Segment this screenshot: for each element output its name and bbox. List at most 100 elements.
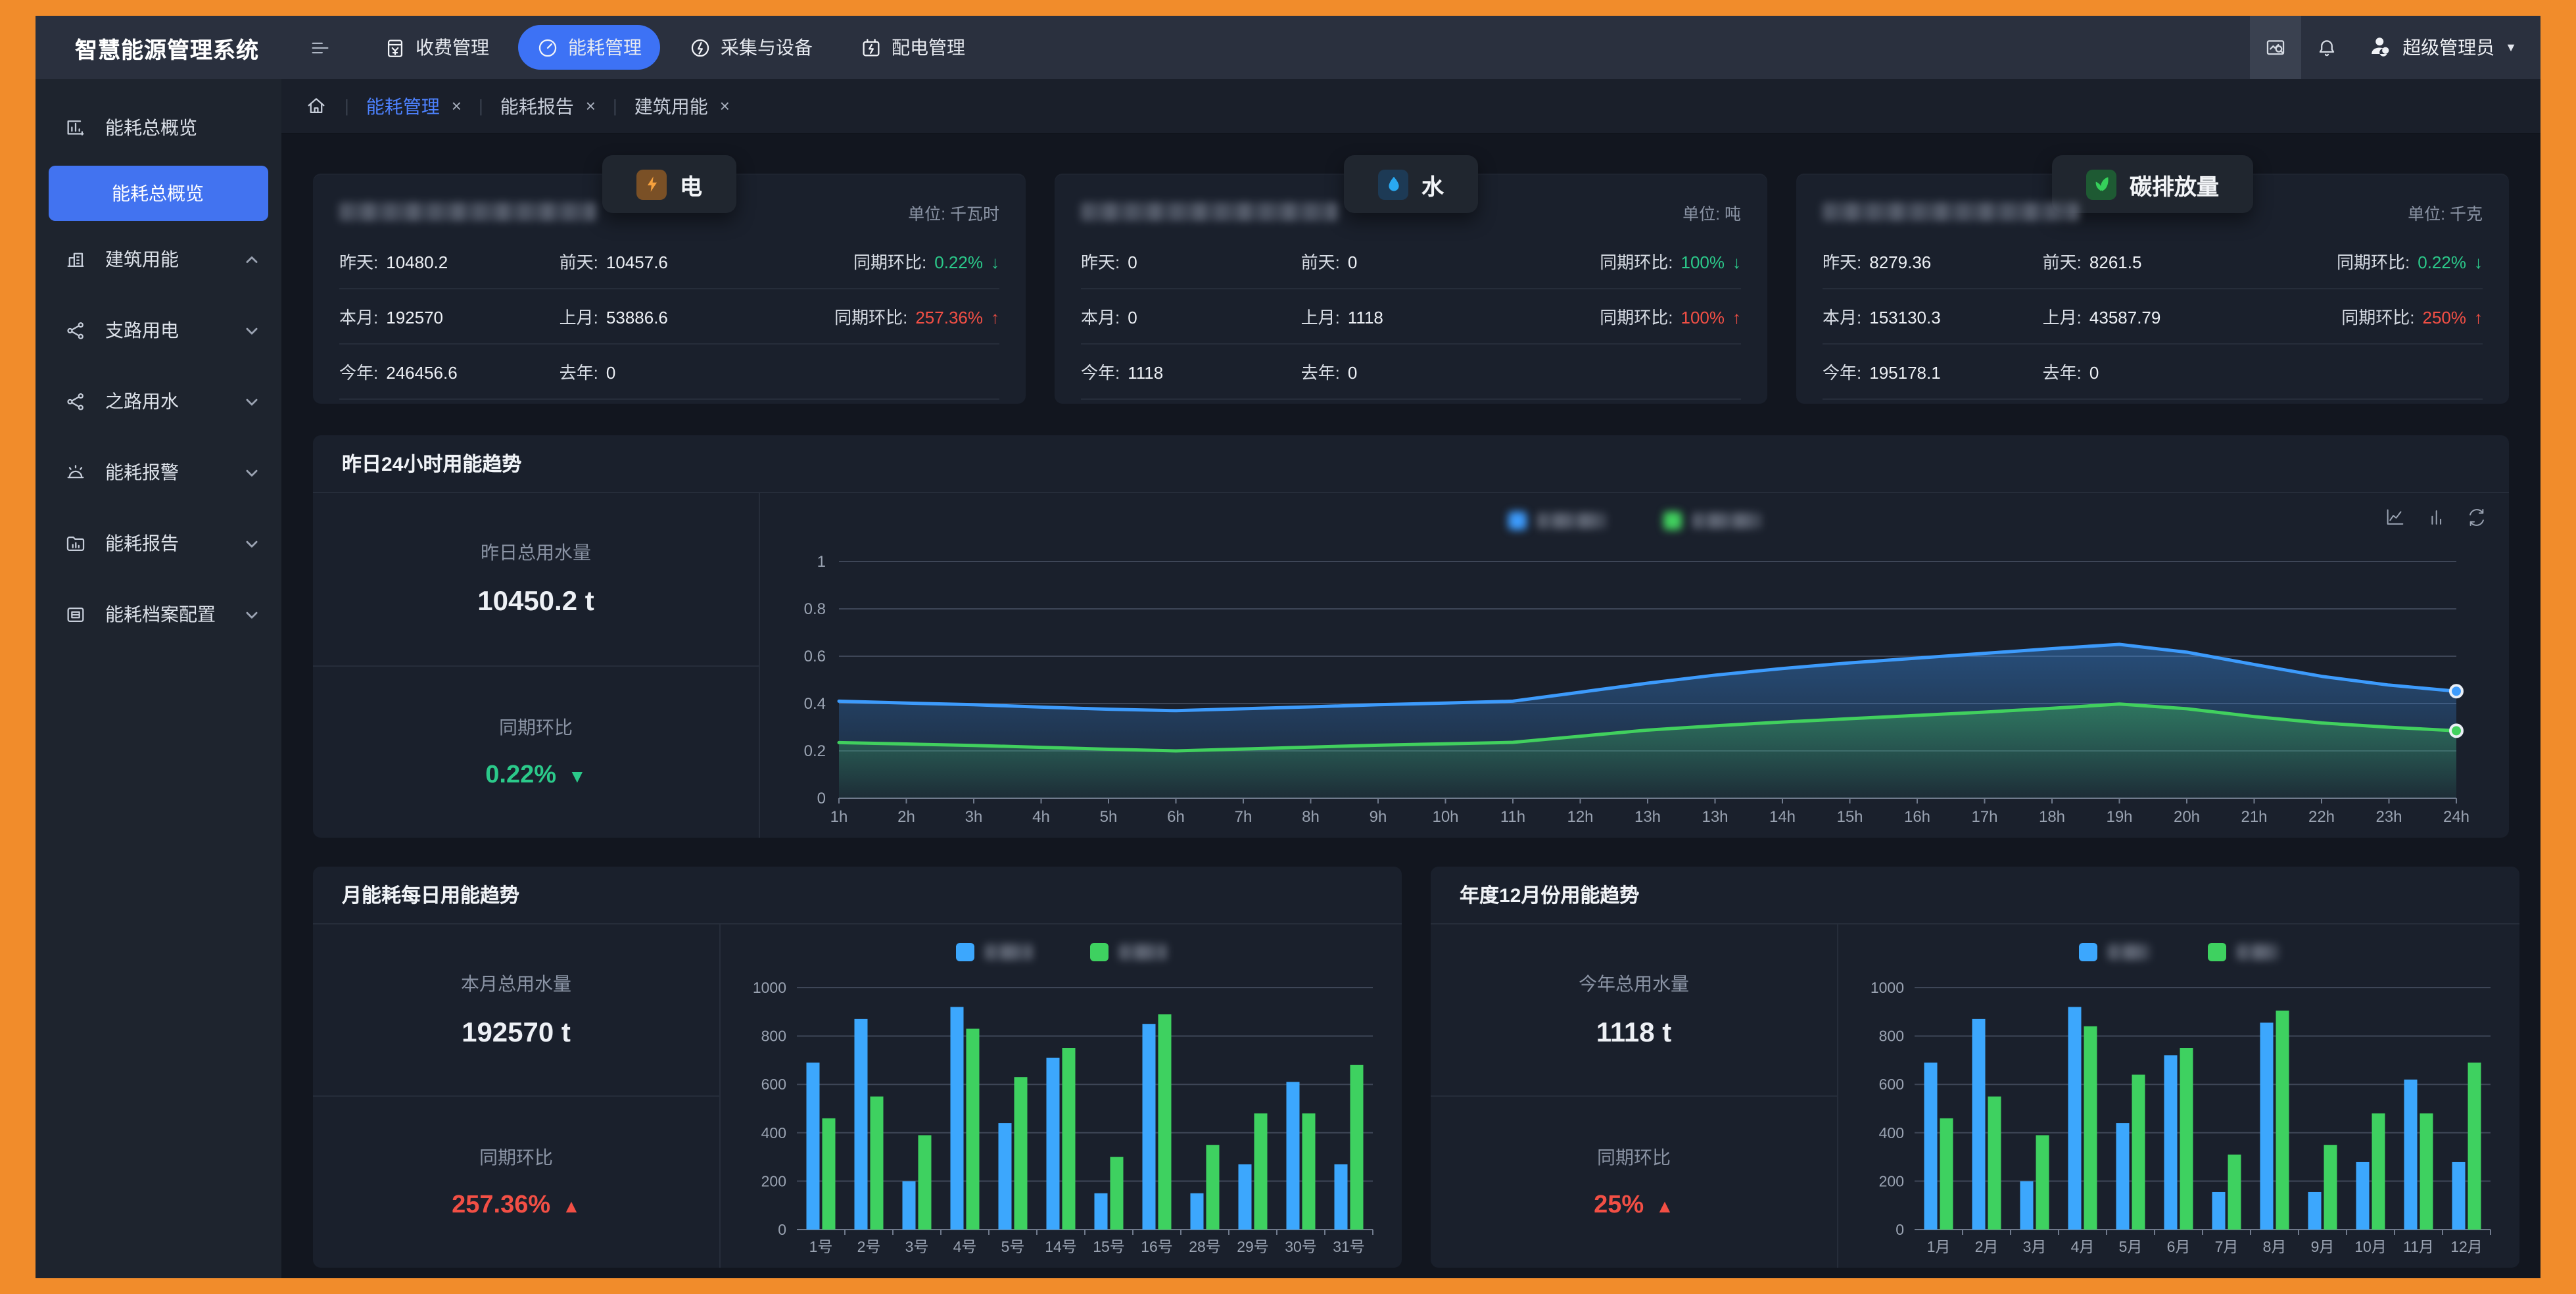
sidebar-item-能耗报警[interactable]: 能耗报警 xyxy=(36,437,281,508)
report-search-icon[interactable] xyxy=(2250,16,2301,79)
trend-down-icon: ↓ xyxy=(991,252,999,272)
nav-item-采集与设备[interactable]: 采集与设备 xyxy=(671,25,831,70)
svg-text:7h: 7h xyxy=(1235,808,1252,826)
chart-legend xyxy=(1857,930,2501,974)
sidebar-item-label: 能耗报告 xyxy=(105,530,179,556)
stat-value: 43587.79 xyxy=(2089,308,2160,327)
svg-text:12h: 12h xyxy=(1567,808,1593,826)
sidebar-item-之路用水[interactable]: 之路用水 xyxy=(36,366,281,437)
stat-cell: 前天:8261.5 xyxy=(2043,249,2244,274)
svg-text:5h: 5h xyxy=(1100,808,1118,826)
stat-key: 本月: xyxy=(1823,304,1861,329)
stat-key: 昨天: xyxy=(339,249,378,274)
daily-bar-chart[interactable]: 020040060080010001号2号3号4号5号14号15号16号28号2… xyxy=(739,974,1383,1264)
line-view-icon[interactable] xyxy=(2384,506,2406,529)
legend-label-redacted xyxy=(985,944,1032,960)
stat-key: 本月: xyxy=(1081,304,1120,329)
chevron-up-icon xyxy=(241,248,263,270)
stat-key: 去年: xyxy=(1301,359,1340,384)
sidebar-item-能耗档案配置[interactable]: 能耗档案配置 xyxy=(36,579,281,650)
sidebar-item-支路用电[interactable]: 支路用电 xyxy=(36,295,281,366)
stat-value: 153130.3 xyxy=(1869,308,1940,327)
stat-row: 昨天:0前天:0同期环比:100% ↓ xyxy=(1081,234,1741,289)
stat-value: 10480.2 xyxy=(386,252,448,272)
legend-item[interactable] xyxy=(2079,943,2150,961)
overview-icon xyxy=(64,116,91,139)
stat-value: 0 xyxy=(1348,252,1357,272)
bar-view-icon[interactable] xyxy=(2425,506,2447,529)
legend-label-redacted xyxy=(1537,513,1606,529)
nav-item-能耗管理[interactable]: 能耗管理 xyxy=(518,25,660,70)
stat-cell: 同期环比:0.22% ↓ xyxy=(760,249,999,274)
svg-text:4号: 4号 xyxy=(953,1238,977,1255)
svg-text:3h: 3h xyxy=(965,808,983,826)
nav-item-label: 采集与设备 xyxy=(721,34,813,60)
stat-label: 同期环比 xyxy=(1597,1144,1671,1170)
svg-text:9h: 9h xyxy=(1370,808,1387,826)
report-icon xyxy=(64,532,91,554)
legend-item[interactable] xyxy=(1663,512,1761,530)
tab-建筑用能[interactable]: 建筑用能× xyxy=(634,93,730,119)
nav-item-收费管理[interactable]: 收费管理 xyxy=(366,25,508,70)
svg-text:600: 600 xyxy=(761,1076,786,1093)
user-avatar-icon xyxy=(2368,34,2392,61)
legend-marker-blue xyxy=(956,943,974,961)
stat-label: 今年总用水量 xyxy=(1579,970,1689,997)
close-icon[interactable]: × xyxy=(452,96,462,116)
daily-trend-panel: 月能耗每日用能趋势 本月总用水量 192570 t 同期环比 xyxy=(313,867,1402,1268)
chevron-down-icon: ▼ xyxy=(2505,41,2517,54)
home-icon[interactable] xyxy=(305,95,327,117)
tab-能耗报告[interactable]: 能耗报告× xyxy=(500,93,596,119)
legend-item[interactable] xyxy=(956,943,1032,961)
app-title: 智慧能源管理系统 xyxy=(75,31,259,64)
sidebar-item-能耗报告[interactable]: 能耗报告 xyxy=(36,508,281,579)
user-menu[interactable]: 超级管理员 ▼ xyxy=(2368,34,2517,61)
stat-value: 246456.6 xyxy=(386,363,457,383)
stat-cell: 本月:192570 xyxy=(339,304,560,329)
svg-text:18h: 18h xyxy=(2039,808,2065,826)
chevron-down-icon xyxy=(241,603,263,625)
chevron-down-icon xyxy=(241,532,263,554)
legend-item[interactable] xyxy=(2208,943,2279,961)
stat-cell: 今年:1118 xyxy=(1081,359,1301,384)
stat-cell: 去年:0 xyxy=(1301,359,1502,384)
stat-cell: 今年:195178.1 xyxy=(1823,359,2043,384)
sidebar-collapse-icon[interactable] xyxy=(309,36,331,59)
close-icon[interactable]: × xyxy=(586,96,596,116)
sidebar-item-label: 能耗报警 xyxy=(105,459,179,485)
bar-chart-zone: 020040060080010001月2月3月4月5月6月7月8月9月10月11… xyxy=(1838,924,2519,1268)
sidebar-item-建筑用能[interactable]: 建筑用能 xyxy=(36,224,281,295)
alarm-icon xyxy=(64,461,91,483)
sidebar-item-label: 之路用水 xyxy=(105,388,179,414)
sidebar-item-能耗总概览[interactable]: 能耗总概览 xyxy=(36,92,281,163)
trend-down-icon: ▼ xyxy=(568,765,586,786)
svg-text:4h: 4h xyxy=(1032,808,1050,826)
unit-label: 单位: 吨 xyxy=(1682,199,1741,224)
legend-item[interactable] xyxy=(1090,943,1166,961)
svg-text:10h: 10h xyxy=(1432,808,1458,826)
chart-toolbox xyxy=(2384,506,2488,529)
stat-value: 195178.1 xyxy=(1869,363,1940,383)
stat-percent: 25% ▲ xyxy=(1594,1191,1674,1220)
stat-percent: 257.36% ▲ xyxy=(452,1191,581,1220)
notification-bell-icon[interactable] xyxy=(2301,16,2352,79)
svg-text:0.6: 0.6 xyxy=(804,648,826,665)
close-icon[interactable]: × xyxy=(720,96,730,116)
stat-key: 上月: xyxy=(2043,304,2082,329)
hourly-line-chart[interactable]: 00.20.40.60.811h2h3h4h5h6h7h8h9h10h11h12… xyxy=(778,543,2491,835)
stat-value: 250% xyxy=(2423,308,2467,327)
legend-item[interactable] xyxy=(1508,512,1606,530)
svg-text:8h: 8h xyxy=(1302,808,1320,826)
svg-text:1h: 1h xyxy=(830,808,848,826)
tab-bar: |能耗管理×|能耗报告×|建筑用能× xyxy=(281,79,2540,134)
sidebar-item-能耗总概览-active[interactable]: 能耗总概览 xyxy=(49,166,268,221)
stat-row: 昨天:8279.36前天:8261.5同期环比:0.22% ↓ xyxy=(1823,234,2483,289)
stat-key: 昨天: xyxy=(1081,249,1120,274)
svg-text:1: 1 xyxy=(817,553,826,571)
yearly-bar-chart[interactable]: 020040060080010001月2月3月4月5月6月7月8月9月10月11… xyxy=(1857,974,2501,1264)
svg-text:14h: 14h xyxy=(1769,808,1796,826)
restore-icon[interactable] xyxy=(2466,506,2488,529)
tab-能耗管理[interactable]: 能耗管理× xyxy=(366,93,462,119)
svg-text:0.4: 0.4 xyxy=(804,695,826,713)
nav-item-配电管理[interactable]: 配电管理 xyxy=(842,25,984,70)
